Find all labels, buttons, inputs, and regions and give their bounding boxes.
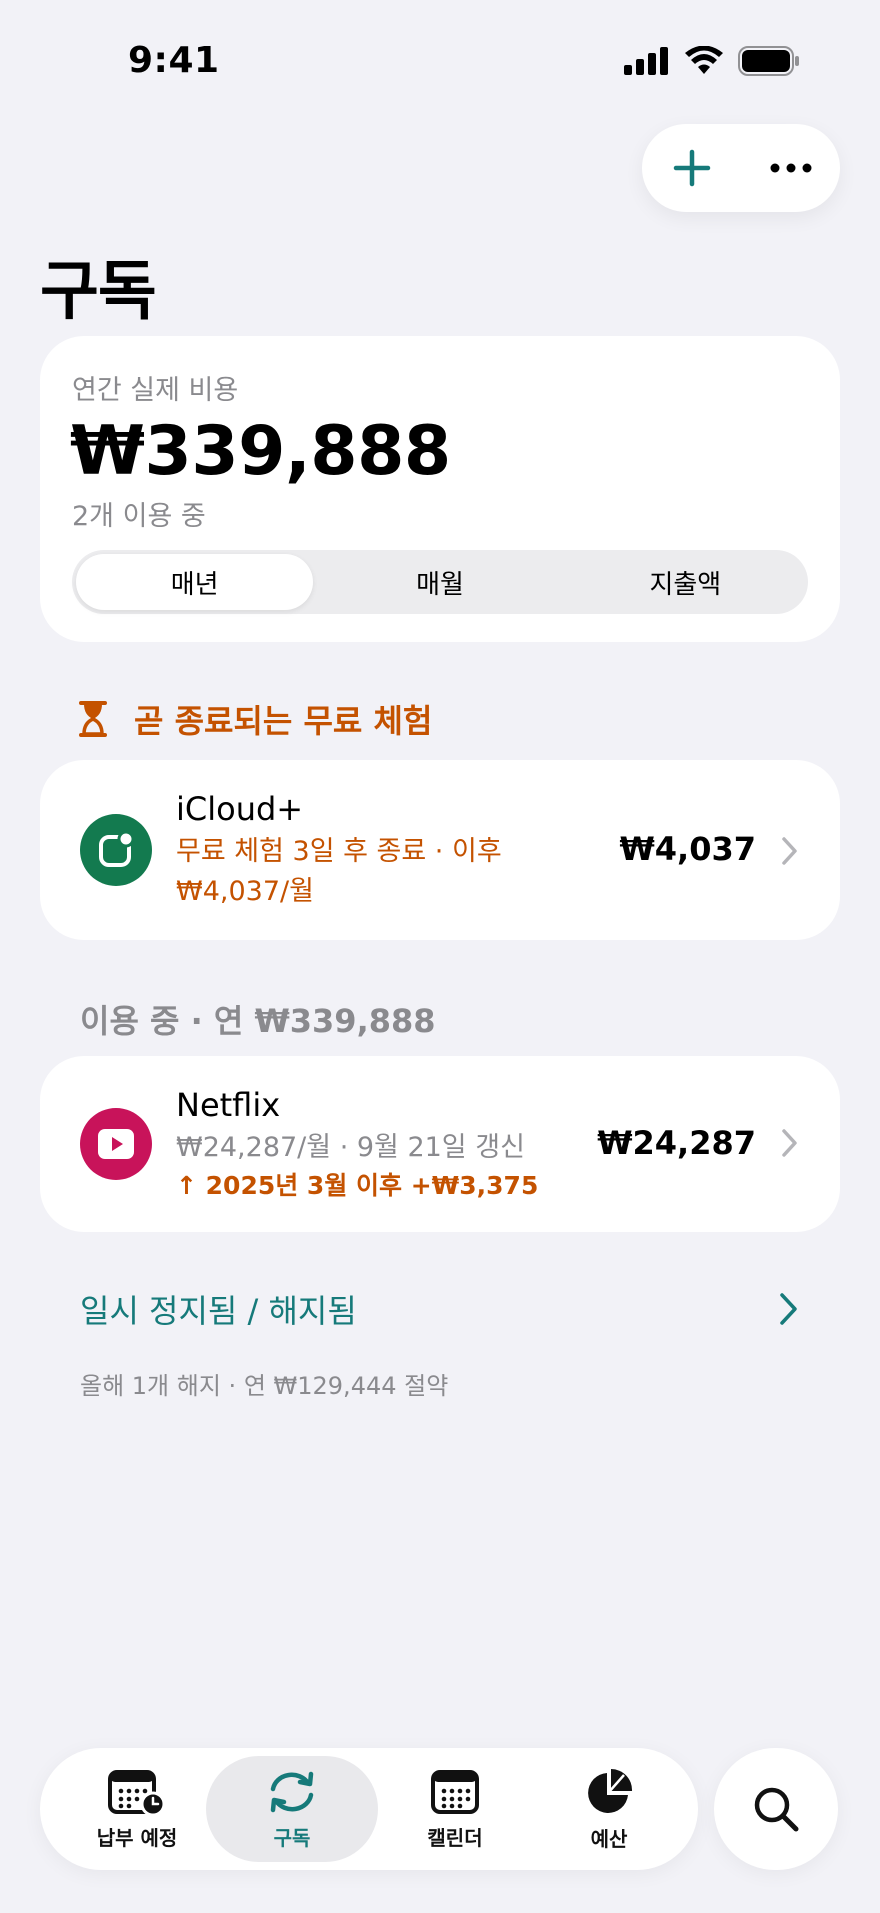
tab-subscriptions[interactable]: 구독 [206,1756,378,1862]
segment-yearly[interactable]: 매년 [76,554,314,610]
plus-icon [673,149,710,187]
add-button[interactable] [657,133,727,203]
top-actions [642,124,840,212]
period-segmented-control: 매년 매월 지출액 [72,550,808,614]
signal-icon [624,47,668,75]
tab-label: 납부 예정 [96,1825,178,1850]
more-icon [770,163,811,173]
subscription-after-price: ₩4,037/월 [176,876,314,907]
subscription-trial-note: 무료 체험 3일 후 종료 · 이후 [176,836,502,867]
subscription-renewal: ₩24,287/월 · 9월 21일 갱신 [176,1132,525,1163]
paused-cancelled-label: 일시 정지됨 / 해지됨 [80,1292,357,1330]
status-time: 9:41 [128,40,220,81]
chevron-right-icon [782,837,797,865]
subscription-name: Netflix [176,1086,281,1124]
tab-budget[interactable]: 예산 [532,1756,686,1862]
search-button[interactable] [714,1748,838,1870]
chevron-right-icon [782,1129,797,1157]
tab-label: 캘린더 [427,1825,483,1850]
search-icon [754,1787,799,1832]
chevron-right-icon [780,1293,797,1325]
segment-monthly[interactable]: 매월 [321,554,558,610]
summary-label: 연간 실제 비용 [72,375,239,406]
tab-bar: 납부 예정 구독 캘린더 예산 [40,1748,698,1870]
subscription-price: ₩4,037 [619,830,756,868]
subscription-row-netflix[interactable]: Netflix ₩24,287/월 · 9월 21일 갱신 ↑ 2025년 3월… [40,1056,840,1232]
battery-icon [738,46,799,76]
icloud-icon [80,814,152,886]
subscription-price-change: ↑ 2025년 3월 이후 +₩3,375 [176,1171,539,1200]
savings-note: 올해 1개 해지 · 연 ₩129,444 절약 [80,1372,449,1400]
wifi-icon [685,46,723,74]
hourglass-icon [79,701,107,737]
tab-calendar[interactable]: 캘린더 [378,1756,532,1862]
calendar-clock-icon [108,1769,166,1816]
segment-spending[interactable]: 지출액 [567,554,804,610]
trials-section-header: 곧 종료되는 무료 체험 [78,696,432,742]
summary-count: 2개 이용 중 [72,501,206,532]
calendar-icon [431,1769,479,1814]
more-button[interactable] [756,133,826,203]
summary-card: 연간 실제 비용 ₩339,888 2개 이용 중 매년 매월 지출액 [40,336,840,642]
subscription-row-icloud[interactable]: iCloud+ 무료 체험 3일 후 종료 · 이후 ₩4,037/월 ₩4,0… [40,760,840,940]
subscription-name: iCloud+ [176,790,304,828]
sync-icon [270,1771,314,1812]
paused-cancelled-link[interactable]: 일시 정지됨 / 해지됨 [80,1286,800,1332]
tab-upcoming-payments[interactable]: 납부 예정 [60,1756,214,1862]
play-icon [80,1108,152,1180]
active-section-header: 이용 중 · 연 ₩339,888 [80,1002,436,1040]
summary-amount: ₩339,888 [70,412,451,491]
page-title: 구독 [40,255,157,329]
trials-header-label: 곧 종료되는 무료 체험 [134,702,433,740]
pie-chart-icon [588,1768,633,1813]
subscription-price: ₩24,287 [597,1124,756,1162]
status-icons [624,46,800,76]
tab-label: 예산 [590,1826,628,1851]
tab-label: 구독 [273,1825,311,1850]
